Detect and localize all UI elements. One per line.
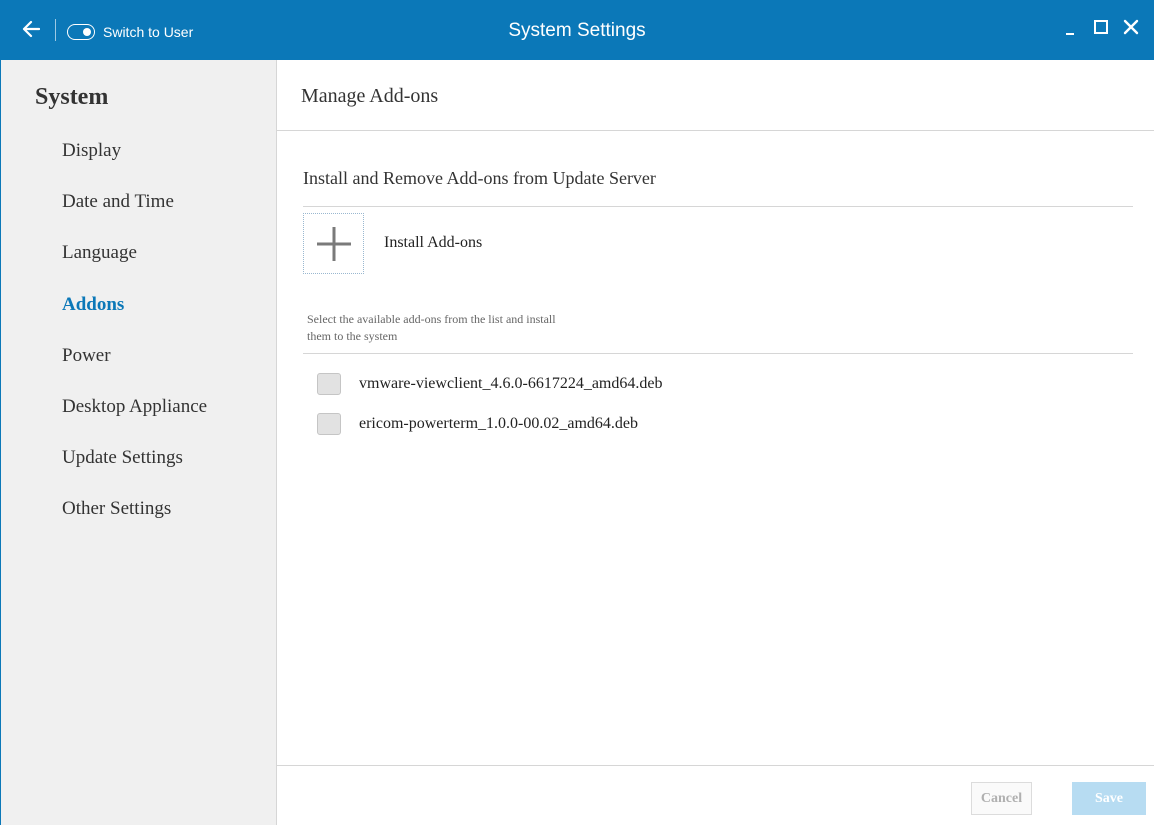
sidebar-item-desktop-appliance[interactable]: Desktop Appliance: [62, 396, 207, 418]
sidebar-item-addons[interactable]: Addons: [62, 294, 124, 316]
title-bar: Switch to User System Settings: [0, 0, 1154, 60]
sidebar-item-update-settings[interactable]: Update Settings: [62, 447, 183, 469]
install-hint-text: Select the available add-ons from the li…: [307, 312, 556, 343]
sidebar-item-other-settings[interactable]: Other Settings: [62, 498, 171, 520]
install-add-ons-label[interactable]: Install Add-ons: [384, 234, 482, 252]
sidebar-heading: System: [35, 84, 109, 110]
divider: [277, 130, 1154, 131]
window-title: System Settings: [508, 20, 646, 41]
divider: [303, 206, 1133, 207]
divider: [303, 353, 1133, 354]
plus-icon: [317, 227, 351, 261]
list-item[interactable]: ericom-powerterm_1.0.0-00.02_amd64.deb: [317, 412, 638, 436]
sidebar-item-language[interactable]: Language: [62, 242, 137, 264]
sidebar-item-power[interactable]: Power: [62, 345, 111, 367]
addon-name: ericom-powerterm_1.0.0-00.02_amd64.deb: [359, 415, 639, 432]
maximize-icon[interactable]: [1092, 16, 1110, 38]
addon-name: vmware-viewclient_4.6.0-6617224_amd64.de…: [359, 375, 663, 392]
save-button[interactable]: Save: [1072, 782, 1146, 815]
addon-checkbox[interactable]: [317, 373, 341, 395]
install-add-ons-button[interactable]: [303, 213, 364, 274]
sidebar: System Display Date and Time Language Ad…: [0, 60, 277, 825]
close-icon[interactable]: [1122, 16, 1140, 38]
sidebar-item-display[interactable]: Display: [62, 140, 121, 162]
page-title: Manage Add-ons: [301, 85, 439, 107]
addon-checkbox[interactable]: [317, 413, 341, 435]
sidebar-item-date-and-time[interactable]: Date and Time: [62, 191, 174, 213]
list-item[interactable]: vmware-viewclient_4.6.0-6617224_amd64.de…: [317, 372, 662, 396]
minimize-icon[interactable]: [1062, 16, 1080, 38]
cancel-button[interactable]: Cancel: [971, 782, 1032, 815]
window-controls: [1062, 16, 1140, 38]
main-panel: Manage Add-ons Install and Remove Add-on…: [277, 60, 1154, 825]
section-title: Install and Remove Add-ons from Update S…: [303, 168, 656, 188]
divider: [277, 765, 1154, 766]
